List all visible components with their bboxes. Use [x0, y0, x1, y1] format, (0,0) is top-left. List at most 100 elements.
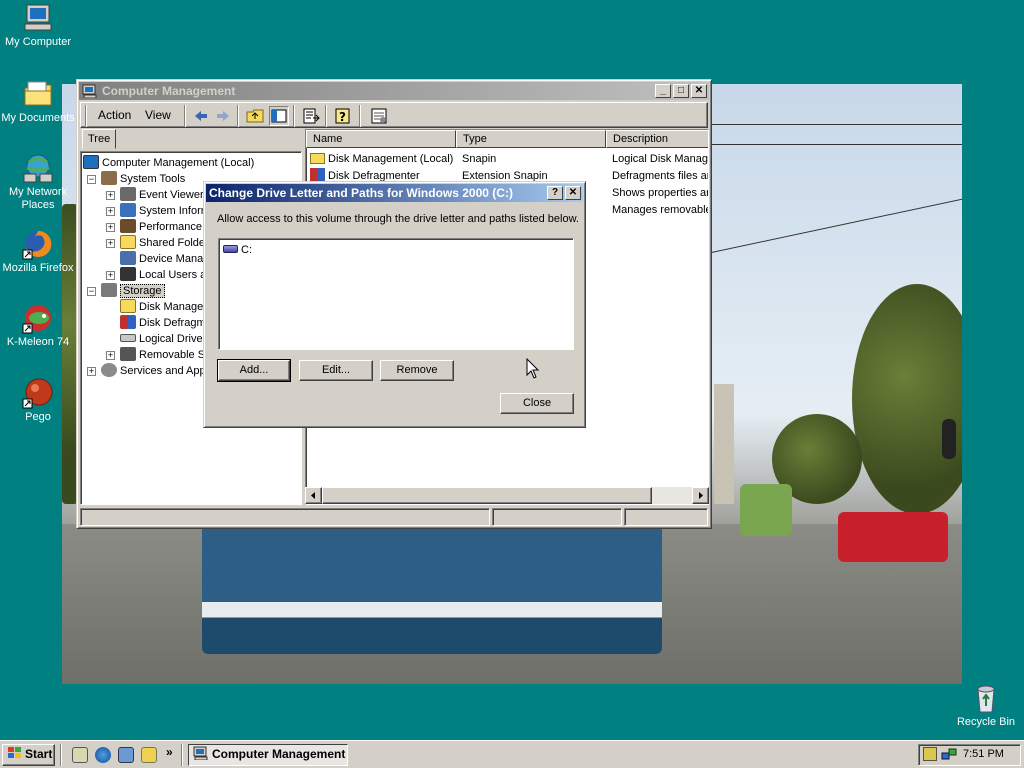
toolbar-separator — [359, 105, 361, 127]
close-button[interactable]: Close — [500, 393, 574, 414]
expand-icon[interactable]: + — [106, 191, 115, 200]
desktop-icon-pego[interactable]: Pego — [0, 377, 78, 424]
folder-icon — [310, 153, 325, 164]
desktop-icon-my-computer[interactable]: My Computer — [0, 2, 78, 49]
firefox-icon — [22, 228, 54, 260]
tree-item-logical-drives[interactable]: Logical Drives — [120, 331, 208, 347]
desktop-icon-recycle-bin[interactable]: Recycle Bin — [946, 682, 1024, 729]
tab-tree[interactable]: Tree — [82, 129, 116, 149]
collapse-icon[interactable]: − — [87, 175, 96, 184]
performance-icon — [120, 219, 136, 233]
add-button[interactable]: Add... — [217, 359, 291, 382]
column-header-name[interactable]: Name — [306, 130, 456, 148]
remove-button[interactable]: Remove — [380, 360, 454, 381]
drive-icon — [120, 334, 136, 342]
desktop-icon-label: Pego — [25, 411, 51, 423]
help-icon[interactable]: ? — [333, 106, 353, 126]
explorer-icon[interactable] — [141, 747, 157, 763]
event-viewer-icon — [120, 187, 136, 201]
expand-icon[interactable]: + — [87, 367, 96, 376]
close-window-button[interactable]: ✕ — [691, 84, 707, 98]
path-item[interactable]: C: — [223, 242, 252, 258]
internet-explorer-icon[interactable] — [95, 747, 111, 763]
taskbar-button-computer-management[interactable]: Computer Management — [188, 744, 348, 766]
desktop-icon-label: My Network Places — [8, 186, 68, 211]
quick-launch-chevron[interactable]: » — [166, 745, 173, 759]
services-icon — [101, 363, 117, 377]
recycle-bin-icon — [970, 682, 1002, 714]
help-button[interactable]: ? — [547, 186, 563, 200]
taskbar: Start » Computer Management 7:51 PM — [0, 740, 1024, 768]
list-item-type: Snapin — [462, 153, 497, 165]
edit-button[interactable]: Edit... — [299, 360, 373, 381]
removable-storage-icon — [120, 347, 136, 361]
maximize-button[interactable]: □ — [673, 84, 689, 98]
dialog-instruction: Allow access to this volume through the … — [217, 213, 579, 225]
tree-item-event-viewer[interactable]: Event Viewer — [120, 187, 204, 203]
desktop-icon-label: My Documents — [1, 112, 75, 124]
horizontal-scrollbar[interactable] — [305, 487, 709, 504]
users-icon — [120, 267, 136, 281]
column-header-type[interactable]: Type — [456, 130, 606, 148]
scroll-thumb[interactable] — [322, 487, 652, 504]
toolbar-separator — [237, 105, 239, 127]
status-bar-section — [492, 508, 622, 526]
collapse-icon[interactable]: − — [87, 287, 96, 296]
menu-view[interactable]: View — [145, 108, 171, 122]
traffic-light — [942, 419, 956, 459]
windows-logo-icon — [8, 747, 21, 758]
list-item-name[interactable]: Disk Management (Local) — [310, 151, 456, 167]
outlook-express-icon[interactable] — [118, 747, 134, 763]
tree-item-shared-folders[interactable]: Shared Folders — [120, 235, 214, 251]
expand-icon[interactable]: + — [106, 223, 115, 232]
minimize-button[interactable]: _ — [655, 84, 671, 98]
scroll-right-button[interactable] — [692, 487, 709, 504]
tree-item-system-tools[interactable]: System Tools — [101, 171, 185, 187]
device-manager-icon — [120, 251, 136, 265]
column-header-description[interactable]: Description — [606, 130, 708, 148]
paths-listbox[interactable]: C: — [218, 238, 574, 350]
list-item-description: Logical Disk Manager — [612, 153, 709, 165]
desktop-icon-k-meleon[interactable]: K-Meleon 74 — [0, 302, 78, 349]
pego-icon — [22, 377, 54, 409]
defragmenter-icon — [120, 315, 136, 329]
desktop-icon-my-network-places[interactable]: My Network Places — [0, 152, 78, 212]
dialog-close-x-button[interactable]: ✕ — [565, 186, 581, 200]
network-icon — [22, 152, 54, 184]
list-item-description: Defragments files and — [612, 170, 709, 182]
toolbar-separator — [184, 105, 186, 127]
show-hide-tree-icon[interactable] — [269, 106, 289, 126]
back-arrow-icon[interactable] — [191, 106, 211, 126]
menu-action[interactable]: Action — [98, 108, 131, 122]
taskbar-separator — [181, 744, 183, 766]
toolbar-separator — [325, 105, 327, 127]
tray-app-icon[interactable] — [923, 747, 937, 761]
expand-icon[interactable]: + — [106, 271, 115, 280]
dialog-titlebar[interactable]: Change Drive Letter and Paths for Window… — [206, 184, 583, 202]
change-drive-letter-dialog[interactable]: Change Drive Letter and Paths for Window… — [203, 181, 586, 428]
desktop-icon-mozilla-firefox[interactable]: Mozilla Firefox — [0, 228, 78, 275]
properties-icon[interactable] — [369, 106, 389, 126]
folder-icon — [120, 299, 136, 313]
desktop-icon-my-documents[interactable]: My Documents — [0, 78, 78, 125]
show-desktop-icon[interactable] — [72, 747, 88, 763]
scroll-left-button[interactable] — [305, 487, 322, 504]
clock[interactable]: 7:51 PM — [963, 748, 1004, 760]
up-folder-icon[interactable] — [245, 106, 265, 126]
tree-item-computer-management[interactable]: Computer Management (Local) — [83, 155, 254, 171]
forward-arrow-icon[interactable] — [213, 106, 233, 126]
export-list-icon[interactable] — [301, 106, 321, 126]
start-button[interactable]: Start — [2, 744, 55, 766]
expand-icon[interactable]: + — [106, 351, 115, 360]
status-bar-section — [80, 508, 490, 526]
tree-item-storage[interactable]: Storage — [101, 283, 165, 299]
expand-icon[interactable]: + — [106, 239, 115, 248]
folder-icon — [22, 78, 54, 110]
tools-icon — [101, 171, 117, 185]
expand-icon[interactable]: + — [106, 207, 115, 216]
dialog-title: Change Drive Letter and Paths for Window… — [209, 186, 513, 200]
computer-icon — [22, 2, 54, 34]
computer-management-titlebar[interactable]: Computer Management _ □ ✕ — [79, 82, 709, 100]
computer-icon — [193, 746, 208, 761]
network-connection-icon[interactable] — [941, 747, 957, 761]
